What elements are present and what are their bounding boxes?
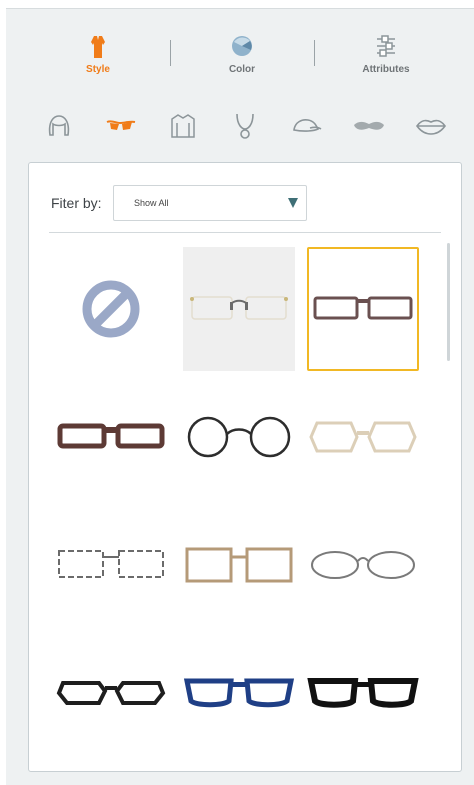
category-bar [28,108,458,144]
glasses-item-none[interactable] [55,247,167,371]
navy-glasses-icon [183,678,295,708]
glasses-item-square[interactable] [183,503,295,627]
no-selection-icon [82,280,140,338]
bold-black-glasses-icon [307,678,419,708]
category-mustache[interactable] [346,108,392,144]
shirt-icon [171,114,195,138]
dashed-rectangle-glasses-icon [58,550,164,578]
rectangle-glasses-icon [313,296,413,320]
tab-color[interactable]: Color [172,32,312,87]
mustache-icon [354,121,384,130]
dropdown-arrow-icon [288,198,298,208]
lips-icon [416,119,446,135]
glasses-item-rimless[interactable] [183,247,295,371]
dress-icon [91,36,105,58]
glasses-item-cateye[interactable] [183,631,295,755]
glasses-item-round[interactable] [183,375,295,499]
category-hat[interactable] [284,108,330,144]
filter-dropdown[interactable]: Show All [113,185,307,221]
category-glasses[interactable] [98,108,144,144]
filter-selected-value: Show All [134,198,169,208]
color-swatch-icon [232,36,252,56]
scrollbar[interactable] [447,243,450,361]
tab-attributes[interactable]: Attributes [316,32,456,87]
left-border [0,0,6,785]
round-glasses-icon [187,416,291,458]
sliders-icon [377,35,395,57]
thick-oval-glasses-icon [56,681,166,705]
hexagon-glasses-icon [309,421,417,453]
category-necklace[interactable] [222,108,268,144]
thick-rectangle-glasses-icon [57,423,165,449]
glasses-item-oval[interactable] [307,503,419,627]
glasses-item-oval-thick[interactable] [55,631,167,755]
glasses-item-hex[interactable] [307,375,419,499]
necklace-icon [236,113,254,139]
tab-style[interactable]: Style [28,32,168,87]
glasses-item-rect-thick[interactable] [55,375,167,499]
glasses-icon [106,120,136,130]
top-tabs: Style Color Attributes [28,32,458,87]
tab-divider [170,40,171,66]
category-lips[interactable] [408,108,454,144]
rimless-glasses-icon [190,296,288,320]
glasses-item-rect-thin[interactable] [307,247,419,371]
glasses-item-rect-dashed[interactable] [55,503,167,627]
tab-label: Style [86,64,110,75]
square-glasses-icon [185,547,293,583]
category-top[interactable] [160,108,206,144]
tab-label: Color [228,64,256,75]
filter-label: Fiter by: [51,195,102,211]
glasses-item-bold[interactable] [307,631,419,755]
oval-glasses-icon [311,551,415,579]
category-hair[interactable] [36,108,82,144]
glasses-panel: Fiter by: Show All [28,162,462,772]
tab-label: Attributes [362,64,410,75]
divider [49,232,441,233]
hair-icon [48,115,70,136]
glasses-grid [55,247,435,747]
tab-divider [314,40,315,66]
cap-icon [293,119,322,132]
top-border [0,0,474,9]
